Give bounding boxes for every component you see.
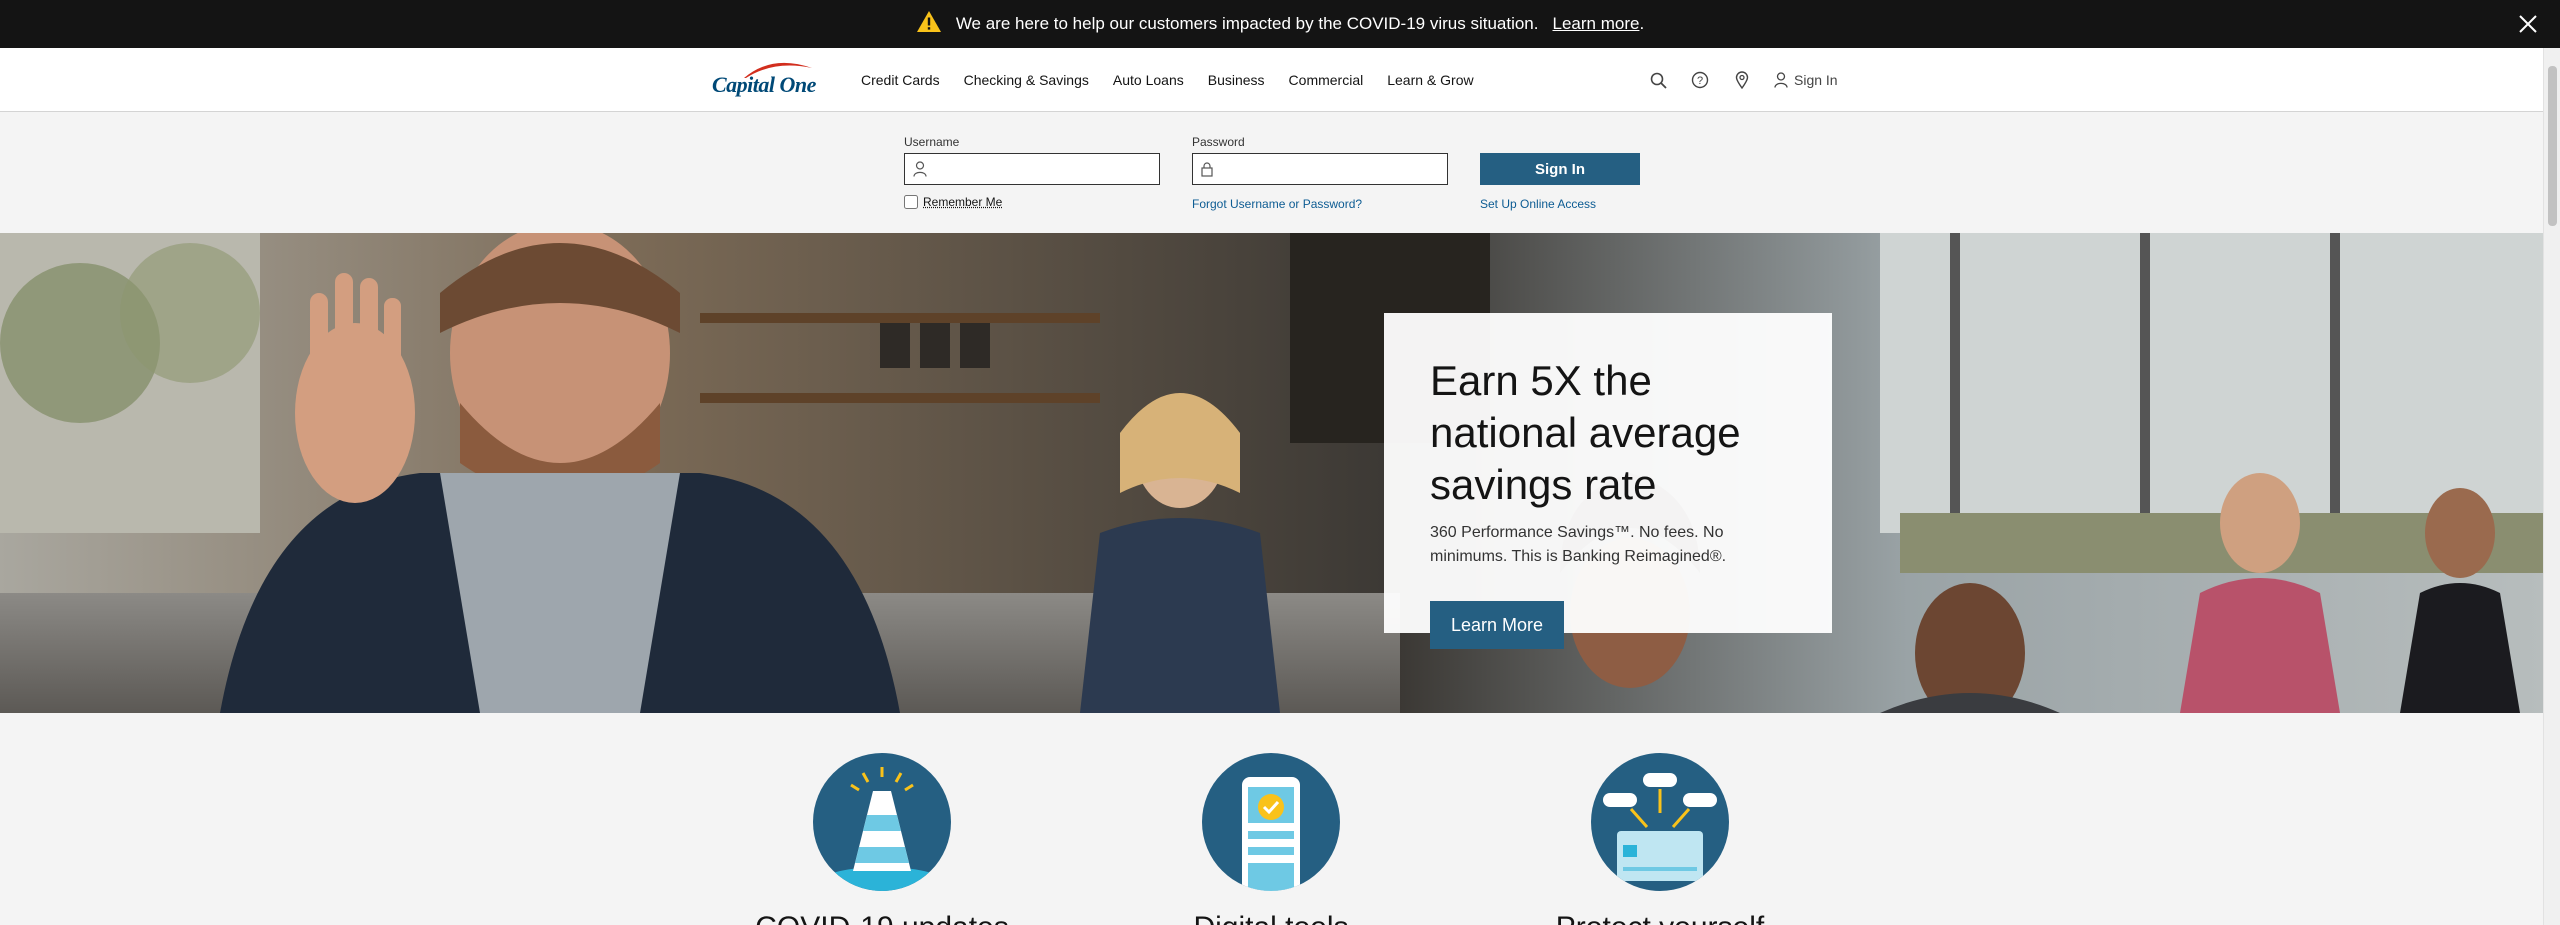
forgot-credentials-link[interactable]: Forgot Username or Password? <box>1192 197 1362 211</box>
hero-banner: Earn 5X the national average savings rat… <box>0 233 2543 713</box>
alert-message: We are here to help our customers impact… <box>955 14 1539 33</box>
capital-one-logo[interactable]: Capital One <box>712 60 822 100</box>
main-nav: Credit Cards Checking & Savings Auto Loa… <box>861 48 1474 112</box>
close-icon[interactable] <box>2516 12 2540 36</box>
nav-auto-loans[interactable]: Auto Loans <box>1113 72 1184 88</box>
feature-digital[interactable]: Digital tools <box>1121 753 1421 925</box>
scrollbar-thumb[interactable] <box>2548 66 2557 226</box>
sign-in-button[interactable]: Sign In <box>1480 153 1640 185</box>
username-box <box>904 153 1160 185</box>
remember-me-checkbox[interactable] <box>904 195 918 209</box>
username-label: Username <box>904 135 960 149</box>
page-scrollbar[interactable] <box>2543 48 2560 925</box>
feature-protect[interactable]: Protect yourself <box>1510 753 1810 925</box>
feature-row: COVID-19 updates Digital tools <box>0 713 2543 925</box>
nav-commercial[interactable]: Commercial <box>1289 72 1364 88</box>
user-icon <box>913 161 927 177</box>
password-input[interactable] <box>1221 155 1447 183</box>
alert-learn-more-link[interactable]: Learn more <box>1553 14 1640 33</box>
user-icon <box>1774 72 1788 88</box>
feature-covid-title: COVID-19 updates <box>732 911 1032 925</box>
alert-trailing-period: . <box>1639 14 1645 33</box>
header-sign-in-label: Sign In <box>1794 72 1838 88</box>
help-icon[interactable]: ? <box>1690 70 1710 90</box>
remember-me-label: Remember Me <box>923 195 1003 209</box>
feature-digital-title: Digital tools <box>1121 911 1421 925</box>
username-input[interactable] <box>935 155 1159 183</box>
nav-credit-cards[interactable]: Credit Cards <box>861 72 940 88</box>
location-pin-icon[interactable] <box>1732 70 1752 90</box>
password-box <box>1192 153 1448 185</box>
covid-alert-bar: We are here to help our customers impact… <box>0 0 2560 48</box>
nav-business[interactable]: Business <box>1208 72 1265 88</box>
promo-card: Earn 5X the national average savings rat… <box>1384 313 1832 649</box>
search-icon[interactable] <box>1648 70 1668 90</box>
promo-body: 360 Performance Savings™. No fees. No mi… <box>1430 524 1727 565</box>
mobile-phone-icon <box>1202 753 1340 891</box>
password-label: Password <box>1192 135 1245 149</box>
learn-more-button[interactable]: Learn More <box>1430 601 1564 649</box>
page: We are here to help our customers impact… <box>0 0 2560 925</box>
svg-text:?: ? <box>1697 75 1703 87</box>
username-group: Username <box>904 135 1160 185</box>
nav-learn-grow[interactable]: Learn & Grow <box>1387 72 1473 88</box>
warning-icon <box>916 10 942 38</box>
feature-protect-title: Protect yourself <box>1510 911 1810 925</box>
remember-me[interactable]: Remember Me <box>904 195 1002 209</box>
password-group: Password <box>1192 135 1448 185</box>
login-panel: Username Password Remember Me Forgot Use… <box>0 113 2543 233</box>
traffic-cone-icon <box>813 753 951 891</box>
header-sign-in-link[interactable]: Sign In <box>1774 72 1838 88</box>
promo-title: Earn 5X the national average savings rat… <box>1430 357 1741 508</box>
utility-nav: ? Sign In <box>1648 48 1838 112</box>
lock-icon <box>1201 161 1213 177</box>
secure-card-icon <box>1591 753 1729 891</box>
hero-photo <box>0 233 2543 713</box>
feature-covid[interactable]: COVID-19 updates <box>732 753 1032 925</box>
setup-online-access-link[interactable]: Set Up Online Access <box>1480 197 1596 211</box>
site-header: Capital One Credit Cards Checking & Savi… <box>0 48 2543 112</box>
nav-checking-savings[interactable]: Checking & Savings <box>964 72 1089 88</box>
logo-wordmark: Capital One <box>712 72 816 97</box>
